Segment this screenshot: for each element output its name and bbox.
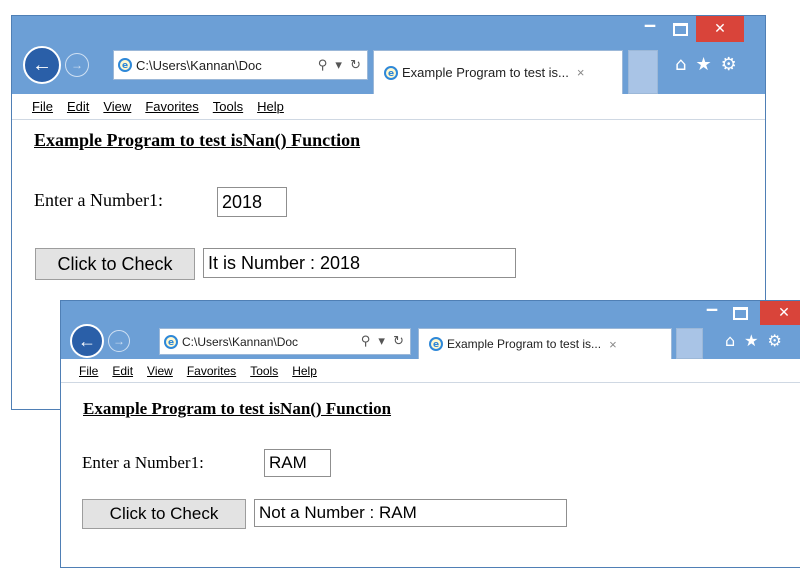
ie-tab-icon: e <box>429 337 443 351</box>
forward-arrow-icon: → <box>71 58 83 72</box>
new-tab-button[interactable] <box>676 328 703 359</box>
maximize-icon <box>672 22 688 36</box>
menu-file[interactable]: File <box>79 364 98 378</box>
menu-tools[interactable]: Tools <box>213 99 243 114</box>
close-button[interactable]: ✕ <box>760 301 800 325</box>
menu-view[interactable]: View <box>103 99 131 114</box>
menu-favorites[interactable]: Favorites <box>187 364 236 378</box>
number-label: Enter a Number1: <box>82 453 204 472</box>
forward-button[interactable]: → <box>65 53 89 77</box>
forward-button[interactable]: → <box>108 330 130 352</box>
menu-edit[interactable]: Edit <box>112 364 133 378</box>
result-field[interactable]: Not a Number : RAM <box>254 499 567 527</box>
favorites-star-icon[interactable]: ★ <box>744 331 758 350</box>
tab-title: Example Program to test is... <box>402 65 569 80</box>
menu-help[interactable]: Help <box>257 99 284 114</box>
page-heading: Example Program to test isNan() Function <box>83 399 392 418</box>
maximize-button[interactable] <box>725 301 755 325</box>
address-bar[interactable]: e C:\Users\Kannan\Doc ⚲ ▾ ↻ <box>159 328 411 355</box>
page-content: Example Program to test isNan() Function… <box>61 383 800 567</box>
address-tools[interactable]: ⚲ ▾ ↻ <box>318 58 367 73</box>
ie-page-icon: e <box>118 58 132 72</box>
toolbar-icons: ⌂ ★ ⚙ <box>725 331 782 350</box>
settings-gear-icon[interactable]: ⚙ <box>768 331 782 350</box>
ie-tab-icon: e <box>384 65 398 80</box>
menu-favorites[interactable]: Favorites <box>145 99 198 114</box>
page-heading: Example Program to test isNan() Function <box>34 130 361 150</box>
ie-page-icon: e <box>164 334 178 349</box>
home-icon[interactable]: ⌂ <box>675 54 686 75</box>
tab-title: Example Program to test is... <box>447 337 602 351</box>
minimize-button[interactable]: ‒ <box>635 15 665 42</box>
menu-view[interactable]: View <box>147 364 173 378</box>
address-bar[interactable]: e C:\Users\Kannan\Doc ⚲ ▾ ↻ <box>113 50 368 80</box>
number-input[interactable]: RAM <box>264 449 331 477</box>
home-icon[interactable]: ⌂ <box>725 331 735 350</box>
back-arrow-icon: ← <box>32 53 52 76</box>
number-label: Enter a Number1: <box>34 190 163 210</box>
title-bar: ‒ ✕ ← → e C:\Users\Kannan\Doc ⚲ ▾ ↻ e Ex… <box>12 15 765 94</box>
number-input[interactable]: 2018 <box>217 187 287 217</box>
check-button[interactable]: Click to Check <box>35 248 195 280</box>
favorites-star-icon[interactable]: ★ <box>695 54 711 75</box>
menu-edit[interactable]: Edit <box>67 99 89 114</box>
menu-bar: File Edit View Favorites Tools Help <box>12 94 765 120</box>
menu-bar: File Edit View Favorites Tools Help <box>61 359 800 383</box>
address-text: C:\Users\Kannan\Doc <box>136 57 262 73</box>
result-field[interactable]: It is Number : 2018 <box>203 248 516 278</box>
close-button[interactable]: ✕ <box>696 16 744 42</box>
tab-close-icon[interactable]: × <box>577 65 585 80</box>
address-text: C:\Users\Kannan\Doc <box>182 334 299 349</box>
maximize-icon <box>732 306 748 320</box>
tab-close-icon[interactable]: × <box>609 337 617 352</box>
back-arrow-icon: ← <box>78 330 96 351</box>
address-tools[interactable]: ⚲ ▾ ↻ <box>361 334 410 349</box>
new-tab-button[interactable] <box>628 50 658 94</box>
browser-window-2: ‒ ✕ ← → e C:\Users\Kannan\Doc ⚲ ▾ ↻ e Ex… <box>60 299 800 568</box>
settings-gear-icon[interactable]: ⚙ <box>721 54 737 75</box>
toolbar-icons: ⌂ ★ ⚙ <box>675 54 737 75</box>
forward-arrow-icon: → <box>113 334 125 348</box>
browser-tab[interactable]: e Example Program to test is... × <box>418 328 672 359</box>
minimize-button[interactable]: ‒ <box>697 299 727 325</box>
maximize-button[interactable] <box>665 16 695 42</box>
check-button[interactable]: Click to Check <box>82 499 246 529</box>
menu-help[interactable]: Help <box>292 364 317 378</box>
back-button[interactable]: ← <box>23 46 61 84</box>
menu-tools[interactable]: Tools <box>250 364 278 378</box>
menu-file[interactable]: File <box>32 99 53 114</box>
back-button[interactable]: ← <box>70 324 104 358</box>
browser-tab[interactable]: e Example Program to test is... × <box>373 50 623 94</box>
